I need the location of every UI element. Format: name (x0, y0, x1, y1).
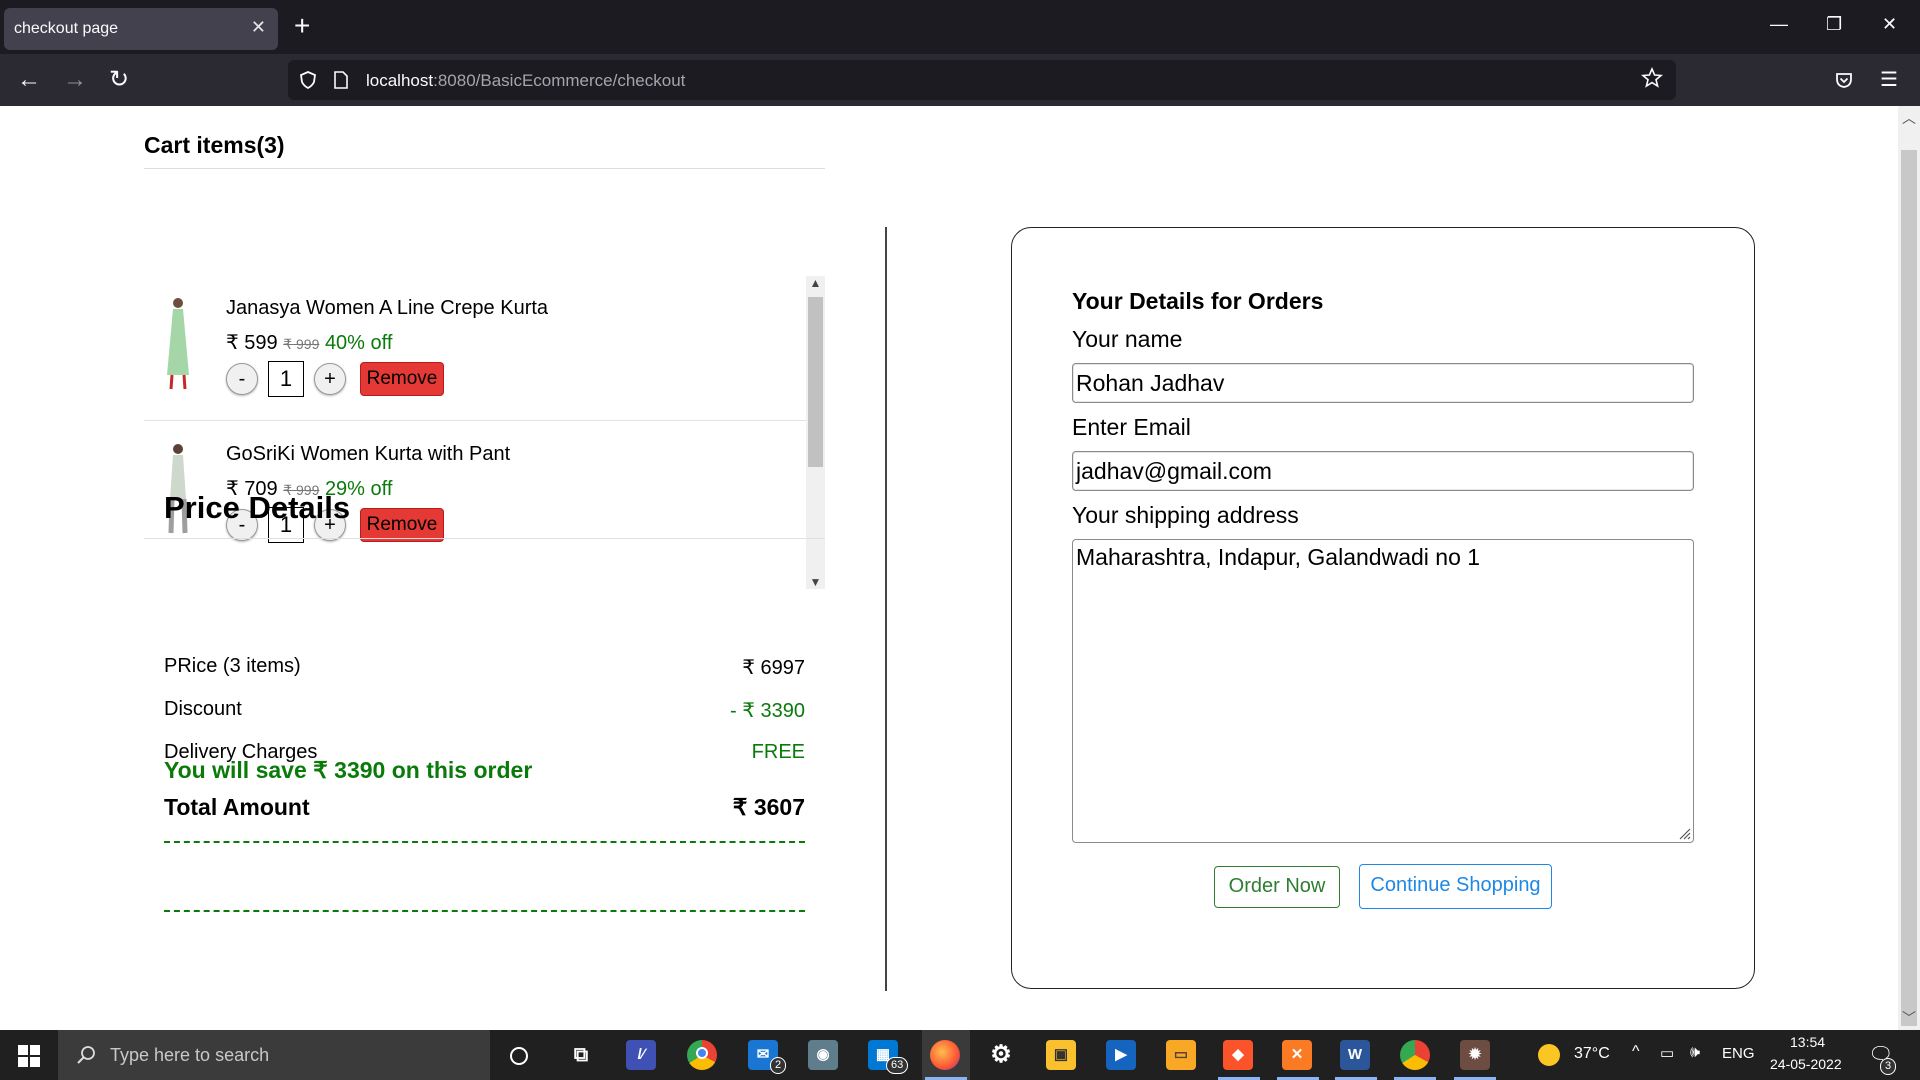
cortana-icon[interactable] (508, 1045, 530, 1067)
delivery-value: FREE (751, 741, 805, 763)
page-scrollbar[interactable]: ︿ ﹀ (1898, 106, 1920, 1030)
windows-taskbar: Type here to search ⧉ /∕ ✉ 2 ◉ ▦ 63 ⚙ ▣ … (0, 1030, 1920, 1080)
language[interactable]: ENG (1722, 1045, 1755, 1062)
order-now-button[interactable]: Order Now (1214, 866, 1340, 908)
address-textarea[interactable]: Maharashtra, Indapur, Galandwadi no 1 (1072, 539, 1694, 843)
cart-scrollbar-thumb[interactable] (808, 297, 823, 467)
search-icon (77, 1046, 95, 1064)
total-label: Total Amount (164, 794, 310, 820)
close-window-icon[interactable]: ✕ (1882, 14, 1897, 34)
camera-icon[interactable]: ◉ (808, 1040, 838, 1070)
reload-icon[interactable]: ↻ (104, 66, 134, 94)
cart-scroll-up-icon[interactable]: ▲ (806, 276, 825, 290)
mail-badge: 2 (770, 1057, 787, 1074)
pocket-icon[interactable] (1834, 70, 1854, 90)
browser-tab-active[interactable]: checkout page ✕ (4, 8, 278, 50)
increase-quantity-button[interactable]: + (314, 363, 346, 395)
product-name: GoSriKi Women Kurta with Pant (226, 443, 511, 465)
quantity-field[interactable]: 1 (268, 361, 304, 397)
price-label: PRice (3 items) (164, 655, 301, 677)
name-label: Your name (1072, 326, 1183, 352)
back-icon[interactable]: ← (14, 66, 44, 94)
brave-icon[interactable]: ◆ (1223, 1040, 1253, 1070)
weather-sun-icon[interactable] (1538, 1044, 1560, 1066)
tray-chevron-icon[interactable]: ^ (1632, 1043, 1640, 1061)
product-mrp: ₹ 999 (283, 336, 320, 352)
clock-date[interactable]: 24-05-2022 (1770, 1056, 1842, 1072)
address-text: Maharashtra, Indapur, Galandwadi no 1 (1076, 544, 1481, 570)
discount-label: Discount (164, 698, 242, 720)
order-form-title: Your Details for Orders (1072, 288, 1324, 314)
product-price: ₹ 599 (226, 332, 278, 354)
tab-close-icon[interactable]: ✕ (251, 17, 266, 37)
restore-icon[interactable]: ❐ (1826, 14, 1842, 34)
chrome-icon[interactable] (687, 1040, 717, 1070)
new-tab-icon[interactable]: + (294, 12, 310, 40)
dashed-divider (164, 910, 805, 912)
settings-gear-icon[interactable]: ⚙ (986, 1040, 1016, 1070)
vertical-divider (885, 227, 887, 991)
browser-nav-bar: ← → ↻ localhost:8080/BasicEcommerce/chec… (0, 54, 1920, 106)
price-value: ₹ 6997 (742, 657, 805, 679)
cart-scroll-down-icon[interactable]: ▼ (806, 575, 825, 589)
total-value: ₹ 3607 (732, 794, 805, 820)
windows-start-icon[interactable] (18, 1045, 40, 1067)
browser-tab-bar: checkout page ✕ + — ❐ ✕ (0, 0, 1920, 54)
temperature[interactable]: 37°C (1574, 1045, 1610, 1063)
address-label: Your shipping address (1072, 502, 1299, 528)
store-badge: 63 (886, 1057, 909, 1074)
product-name: Janasya Women A Line Crepe Kurta (226, 297, 549, 319)
remove-button[interactable]: Remove (360, 508, 444, 542)
firefox-icon[interactable] (930, 1040, 960, 1070)
taskbar-search-box[interactable]: Type here to search (58, 1030, 490, 1080)
price-details-title: Price Details (164, 490, 351, 525)
continue-shopping-button[interactable]: Continue Shopping (1359, 864, 1552, 909)
chrome-profile-icon[interactable] (1400, 1040, 1430, 1070)
app-icon-gear[interactable]: ✹ (1460, 1040, 1490, 1070)
tab-title: checkout page (14, 20, 119, 37)
address-bar[interactable]: localhost:8080/BasicEcommerce/checkout (288, 60, 1676, 100)
clock-time[interactable]: 13:54 (1790, 1034, 1825, 1050)
url-path: :8080/BasicEcommerce/checkout (433, 71, 686, 90)
divider (144, 538, 825, 539)
name-input[interactable]: Rohan Jadhav (1072, 363, 1694, 403)
sticky-notes-icon[interactable]: ▣ (1046, 1040, 1076, 1070)
url-host: localhost (366, 71, 434, 90)
cart-scrollbar[interactable]: ▲ ▼ (806, 276, 825, 589)
url-text: localhost:8080/BasicEcommerce/checkout (366, 71, 685, 91)
discount-value: - ₹ 3390 (730, 700, 805, 722)
email-label: Enter Email (1072, 414, 1191, 440)
scroll-up-icon[interactable]: ︿ (1898, 108, 1920, 128)
word-icon[interactable]: W (1340, 1040, 1370, 1070)
scroll-down-icon[interactable]: ﹀ (1898, 1008, 1920, 1028)
app-icon-editor[interactable]: /∕ (626, 1040, 656, 1070)
minimize-icon[interactable]: — (1770, 14, 1788, 34)
media-player-icon[interactable]: ▶ (1106, 1040, 1136, 1070)
decrease-quantity-button[interactable]: - (226, 363, 258, 395)
savings-text: You will save ₹ 3390 on this order (164, 757, 533, 783)
remove-button[interactable]: Remove (360, 362, 444, 396)
xampp-icon[interactable]: ✕ (1282, 1040, 1312, 1070)
bookmark-star-icon[interactable] (1640, 66, 1664, 90)
search-placeholder: Type here to search (110, 1045, 270, 1065)
product-discount: 40% off (324, 332, 393, 354)
resize-handle-icon[interactable] (1677, 826, 1691, 840)
notification-badge: 3 (1880, 1058, 1897, 1075)
menu-icon[interactable]: ☰ (1874, 66, 1904, 94)
volume-icon[interactable]: 🕪 (1690, 1044, 1700, 1062)
product-price-row: ₹ 599 ₹ 999 40% off (226, 330, 392, 355)
page-scrollbar-thumb[interactable] (1901, 150, 1917, 1026)
file-explorer-icon[interactable]: ▭ (1166, 1040, 1196, 1070)
shield-icon[interactable] (298, 70, 318, 90)
network-icon[interactable]: ▭ (1660, 1044, 1674, 1062)
page-icon (334, 71, 348, 89)
email-input[interactable]: jadhav@gmail.com (1072, 451, 1694, 491)
task-view-icon[interactable]: ⧉ (566, 1040, 596, 1070)
divider (144, 168, 825, 169)
product-image[interactable] (162, 295, 194, 391)
dashed-divider (164, 841, 805, 843)
cart-title: Cart items(3) (144, 132, 285, 158)
cart-item: Janasya Women A Line Crepe Kurta ₹ 599 ₹… (144, 275, 825, 421)
forward-icon[interactable]: → (60, 66, 90, 94)
